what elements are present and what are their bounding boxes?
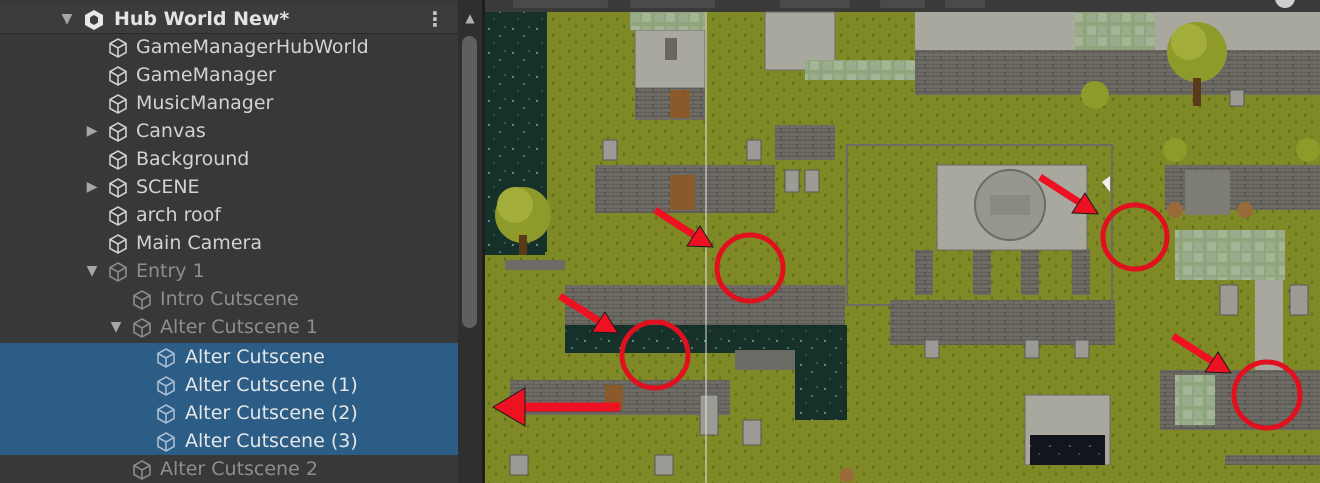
hierarchy-item-gamemanager[interactable]: GameManager: [0, 61, 458, 89]
gameobject-cube-icon: [109, 122, 127, 142]
more-options-icon[interactable]: ⋮: [425, 5, 445, 33]
scene-map: [485, 0, 1320, 483]
fold-arrow-down-icon[interactable]: ▼: [107, 313, 125, 341]
hierarchy-item-label: Main Camera: [136, 232, 262, 254]
scene-view[interactable]: [485, 0, 1320, 483]
hierarchy-item-musicmanager[interactable]: MusicManager: [0, 89, 458, 117]
hierarchy-item-label: Alter Cutscene (2): [185, 402, 358, 424]
hierarchy-item-label: Background: [136, 148, 250, 170]
hierarchy-item-label: Alter Cutscene 2: [160, 458, 318, 480]
hierarchy-item-label: Alter Cutscene (3): [185, 430, 358, 452]
gameobject-cube-icon: [133, 460, 151, 480]
gameobject-cube-icon: [109, 178, 127, 198]
hierarchy-item-label: Intro Cutscene: [160, 288, 299, 310]
hierarchy-item-label: GameManagerHubWorld: [136, 36, 369, 58]
hierarchy-item-alter-cutscene-2-copy[interactable]: Alter Cutscene (2): [0, 399, 458, 427]
gameobject-cube-icon: [109, 262, 127, 282]
hierarchy-item-alter-cutscene-1[interactable]: ▼ Alter Cutscene 1: [0, 313, 458, 341]
hierarchy-item-entry-1[interactable]: ▼ Entry 1: [0, 257, 458, 285]
hierarchy-item-label: MusicManager: [136, 92, 274, 114]
hierarchy-item-alter-cutscene-1-copy[interactable]: Alter Cutscene (1): [0, 371, 458, 399]
hierarchy-item-label: Alter Cutscene 1: [160, 316, 318, 338]
gameobject-cube-icon: [109, 94, 127, 114]
hierarchy-item-label: Alter Cutscene: [185, 346, 325, 368]
hierarchy-item-alter-cutscene[interactable]: Alter Cutscene: [0, 343, 458, 371]
fold-arrow-down-icon[interactable]: ▼: [83, 257, 101, 285]
gameobject-cube-icon: [133, 290, 151, 310]
hierarchy-item-label: arch roof: [136, 204, 221, 226]
gameobject-cube-icon: [109, 38, 127, 58]
hierarchy-item-label: Entry 1: [136, 260, 205, 282]
gameobject-cube-icon: [157, 348, 175, 368]
unity-scene-icon: [85, 10, 103, 30]
hierarchy-item-canvas[interactable]: ▶ Canvas: [0, 117, 458, 145]
gameobject-cube-icon: [157, 376, 175, 396]
hierarchy-item-label: Canvas: [136, 120, 206, 142]
gameobject-cube-icon: [109, 150, 127, 170]
gameobject-cube-icon: [109, 66, 127, 86]
hierarchy-item-intro-cutscene[interactable]: Intro Cutscene: [0, 285, 458, 313]
hierarchy-item-label: SCENE: [136, 176, 200, 198]
fold-arrow-right-icon[interactable]: ▶: [83, 117, 101, 145]
scrollbar-thumb[interactable]: [462, 36, 477, 328]
hierarchy-panel: ▼ Hub World New* ⋮ GameManagerHubWorld G…: [0, 0, 482, 483]
hierarchy-item-label: GameManager: [136, 64, 276, 86]
hierarchy-item-background[interactable]: Background: [0, 145, 458, 173]
scene-header-row[interactable]: ▼ Hub World New* ⋮: [0, 5, 458, 34]
gameobject-cube-icon: [109, 234, 127, 254]
gameobject-cube-icon: [157, 432, 175, 452]
hierarchy-item-gamemanagerhubworld[interactable]: GameManagerHubWorld: [0, 33, 458, 61]
hierarchy-item-arch-roof[interactable]: arch roof: [0, 201, 458, 229]
hierarchy-item-main-camera[interactable]: Main Camera: [0, 229, 458, 257]
hierarchy-item-alter-cutscene-3-copy[interactable]: Alter Cutscene (3): [0, 427, 458, 455]
hierarchy-scrollbar[interactable]: ▲: [458, 0, 482, 483]
hierarchy-item-scene[interactable]: ▶ SCENE: [0, 173, 458, 201]
gameobject-cube-icon: [109, 206, 127, 226]
gameobject-cube-icon: [133, 318, 151, 338]
gameobject-cube-icon: [157, 404, 175, 424]
hierarchy-item-label: Alter Cutscene (1): [185, 374, 358, 396]
fold-arrow-right-icon[interactable]: ▶: [83, 173, 101, 201]
scene-title: Hub World New*: [114, 8, 290, 30]
hierarchy-item-alter-cutscene-2[interactable]: Alter Cutscene 2: [0, 455, 458, 483]
scroll-up-arrow-icon[interactable]: ▲: [458, 8, 482, 28]
fold-arrow-down-icon[interactable]: ▼: [58, 5, 76, 33]
